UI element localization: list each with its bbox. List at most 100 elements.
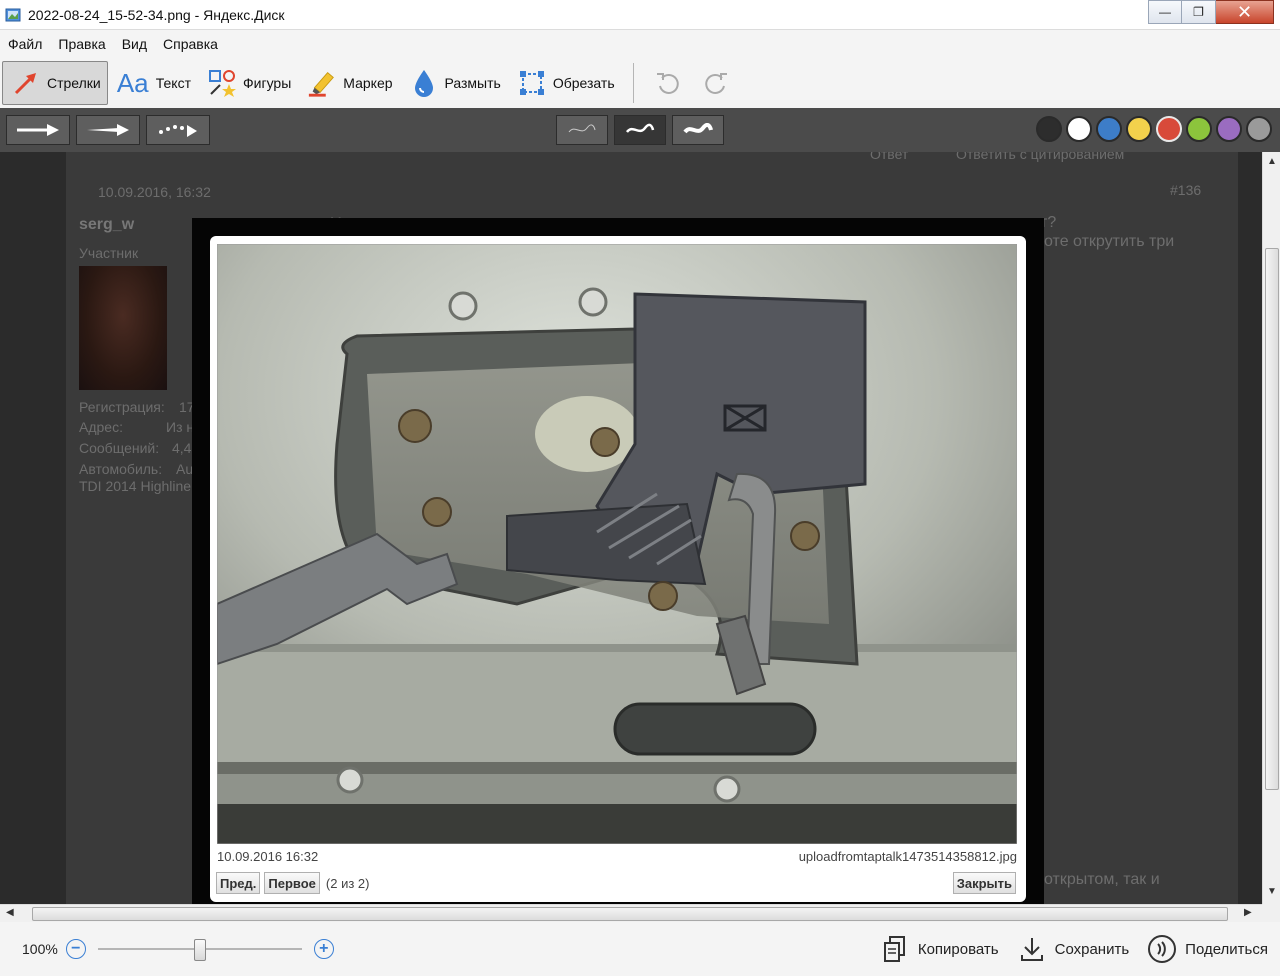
maximize-button[interactable]: ❐: [1182, 0, 1216, 24]
lightbox-nav: Пред. Первое (2 из 2) Закрыть: [216, 871, 1020, 895]
menu-view[interactable]: Вид: [122, 36, 147, 52]
bg-reg-label: Регистрация:: [79, 399, 165, 415]
drop-icon: [409, 68, 439, 98]
zoom-slider-handle[interactable]: [193, 939, 206, 961]
bg-car-label: Автомобиль:: [79, 461, 163, 477]
bg-msgs-label: Сообщений:: [79, 440, 160, 456]
wave-thin-icon: [568, 124, 596, 133]
color-swatch-7[interactable]: [1216, 116, 1242, 142]
tool-text-button[interactable]: Aa Текст: [108, 61, 199, 105]
shapes-icon: [207, 68, 237, 98]
tool-blur-button[interactable]: Размыть: [401, 61, 509, 105]
maximize-icon: ❐: [1193, 5, 1204, 19]
color-swatch-3[interactable]: [1096, 116, 1122, 142]
tool-arrows-label: Стрелки: [47, 75, 101, 91]
menu-file[interactable]: Файл: [8, 36, 42, 52]
prev-button[interactable]: Пред.: [216, 872, 261, 894]
tool-options-bar: [0, 108, 1280, 152]
tool-marker-label: Маркер: [343, 75, 393, 91]
image-canvas[interactable]: 10.09.2016, 16:32 #136 Ответ Ответить с …: [0, 152, 1262, 904]
horizontal-scrollbar[interactable]: ◀ ▶: [0, 904, 1262, 922]
bg-post-date: 10.09.2016, 16:32: [98, 184, 211, 200]
text-icon: Aa: [116, 67, 149, 98]
scroll-down-icon[interactable]: ▼: [1267, 886, 1277, 897]
tool-shapes-label: Фигуры: [243, 75, 292, 91]
bg-msgs-value: 4,4: [172, 440, 192, 456]
zoom-in-button[interactable]: +: [313, 939, 334, 959]
car-door-latch-image: [217, 244, 1017, 844]
arrow-style-solid[interactable]: [6, 115, 70, 145]
title-bar: 2022-08-24_15-52-34.png - Яндекс.Диск — …: [0, 0, 1280, 30]
copy-icon: [880, 934, 910, 964]
lightbox-date: 10.09.2016 16:32: [217, 849, 319, 864]
save-label: Сохранить: [1054, 940, 1130, 958]
arrow-style-dotted[interactable]: [146, 115, 210, 145]
color-swatch-5[interactable]: [1156, 116, 1182, 142]
lightbox-filename: uploadfromtaptalk1473514358812.jpg: [798, 849, 1017, 864]
tool-text-label: Текст: [155, 75, 191, 91]
color-swatches: [1032, 116, 1272, 142]
vertical-scrollbar[interactable]: ▲ ▼: [1262, 152, 1280, 904]
menu-bar: Файл Правка Вид Справка: [0, 30, 1280, 58]
editor-toolbar: Стрелки Aa Текст Фигуры Маркер Размыть О…: [0, 58, 1280, 108]
first-button[interactable]: Первое: [264, 872, 320, 894]
lightbox-modal: 10.09.2016 16:32 uploadfromtaptalk147351…: [210, 236, 1026, 902]
bg-post-number: #136: [1170, 182, 1202, 198]
scroll-right-icon[interactable]: ▶: [1244, 907, 1252, 918]
bg-post-text-d: открытом, так и: [1044, 871, 1160, 888]
scroll-up-icon[interactable]: ▲: [1267, 156, 1277, 167]
status-bar: 100% − + Копировать Сохранить Поделиться: [0, 922, 1280, 976]
image-counter: (2 из 2): [325, 875, 370, 891]
color-swatch-2[interactable]: [1066, 116, 1092, 142]
vertical-scroll-thumb[interactable]: [1265, 248, 1279, 790]
minimize-icon: —: [1159, 5, 1171, 19]
close-lightbox-button[interactable]: Закрыть: [952, 872, 1016, 894]
redo-icon[interactable]: [701, 68, 731, 98]
bg-addr-label: Адрес:: [79, 419, 123, 435]
arrow-solid-icon: [17, 124, 59, 136]
save-button[interactable]: Сохранить: [1017, 934, 1130, 964]
close-window-button[interactable]: ✕: [1216, 0, 1274, 24]
stroke-thick-button[interactable]: [672, 115, 724, 145]
tool-marker-button[interactable]: Маркер: [299, 61, 400, 105]
menu-help[interactable]: Справка: [163, 36, 218, 52]
zoom-slider[interactable]: [97, 939, 302, 961]
scroll-corner: [1262, 904, 1280, 922]
close-icon: ✕: [1236, 1, 1253, 22]
window-controls: — ❐ ✕: [1148, 0, 1274, 24]
tool-crop-button[interactable]: Обрезать: [509, 61, 623, 105]
zoom-out-button[interactable]: −: [65, 939, 86, 959]
menu-edit[interactable]: Правка: [58, 36, 105, 52]
copy-button[interactable]: Копировать: [880, 934, 999, 964]
marker-icon: [307, 68, 337, 98]
horizontal-scroll-thumb[interactable]: [32, 907, 1228, 921]
bg-car-value: Au: [176, 461, 194, 477]
arrow-style-tapered[interactable]: [76, 115, 140, 145]
bg-role: Участник: [79, 245, 139, 261]
zoom-level: 100%: [22, 941, 58, 957]
download-icon: [1017, 934, 1047, 964]
stroke-medium-button[interactable]: [614, 115, 666, 145]
color-swatch-6[interactable]: [1186, 116, 1212, 142]
tool-blur-label: Размыть: [444, 75, 501, 91]
tool-shapes-button[interactable]: Фигуры: [199, 61, 299, 105]
color-swatch-4[interactable]: [1126, 116, 1152, 142]
minimize-button[interactable]: —: [1148, 0, 1182, 24]
scroll-left-icon[interactable]: ◀: [6, 907, 14, 918]
status-actions: Копировать Сохранить Поделиться: [862, 922, 1268, 976]
stroke-thin-button[interactable]: [556, 115, 608, 145]
window-title: 2022-08-24_15-52-34.png - Яндекс.Диск: [28, 6, 285, 23]
bg-reply-quote: Ответить с цитированием: [956, 152, 1125, 162]
bg-author: serg_w: [79, 216, 135, 233]
bg-avatar: [79, 266, 167, 390]
lightbox-photo: [217, 244, 1017, 844]
tool-arrows-button[interactable]: Стрелки: [2, 61, 108, 105]
bg-post-text-c: оте открутить три: [1044, 233, 1175, 250]
bg-car-line2: TDI 2014 Highline: [79, 478, 192, 494]
color-swatch-8[interactable]: [1246, 116, 1272, 142]
arrow-icon: [11, 68, 41, 98]
color-swatch-1[interactable]: [1036, 116, 1062, 142]
bg-reply: Ответ: [870, 152, 909, 162]
share-button[interactable]: Поделиться: [1147, 934, 1268, 964]
undo-icon[interactable]: [653, 68, 683, 98]
